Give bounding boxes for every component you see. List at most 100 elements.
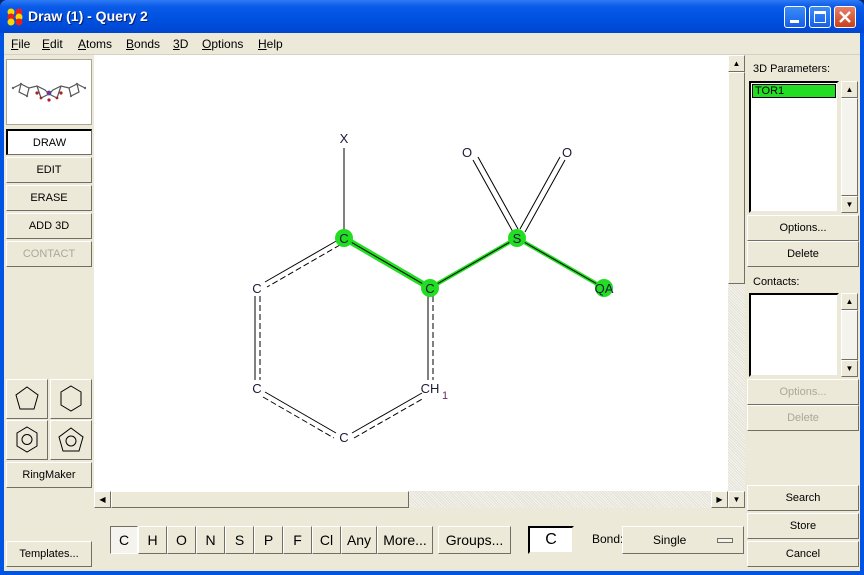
horizontal-scroll-thumb[interactable] [111,491,409,508]
app-window: Draw (1) - Query 2 File Edit Atoms Bonds… [0,0,864,575]
contacts-scroll-track[interactable] [841,310,858,360]
ring-cyclopentadienyl-button[interactable] [50,420,92,460]
bond-c1-c2[interactable] [343,237,431,289]
close-button[interactable] [834,6,856,28]
canvas-horizontal-scrollbar[interactable]: ◀ ▶ ▼ [94,491,745,508]
scroll-down-button-2[interactable]: ▼ [728,491,745,508]
ring-benzene-button[interactable] [6,420,48,460]
molecule-structure: X C C S O O QA C C C CH 1 [252,131,614,445]
params-options-button[interactable]: Options... [747,215,859,241]
molecule-thumbnail[interactable] [6,59,92,125]
atom-c1-label[interactable]: C [339,231,348,246]
bond-c3-c4[interactable] [254,296,261,380]
element-n-button[interactable]: N [196,526,225,554]
mode-erase-button[interactable]: ERASE [6,185,92,211]
menu-file[interactable]: File [11,37,30,51]
arrow-down-icon: ▼ [845,364,854,373]
bond-c2-s[interactable] [429,237,518,289]
scroll-up-button[interactable]: ▲ [728,55,745,72]
minimize-button[interactable] [784,6,806,28]
menu-options[interactable]: Options [202,37,243,51]
list-item-tor1[interactable]: TOR1 [752,84,836,98]
element-more-button[interactable]: More... [377,526,433,554]
bond-s-qa[interactable] [516,237,605,289]
contacts-delete-button[interactable]: Delete [747,405,859,431]
title-bar[interactable]: Draw (1) - Query 2 [0,0,864,33]
atom-x-label[interactable]: X [340,131,349,146]
menu-atoms[interactable]: Atoms [78,37,112,51]
element-p-button[interactable]: P [254,526,283,554]
bond-type-select[interactable]: Single [622,526,744,554]
atom-c2-label[interactable]: C [425,281,434,296]
element-toolbar: C H O N S P F Cl Any More... Groups... C… [94,508,745,571]
params-scroll-up[interactable]: ▲ [841,81,858,98]
current-element-field[interactable]: C [528,526,574,554]
contacts-options-button[interactable]: Options... [747,379,859,405]
pentagon-icon [15,386,39,410]
atom-c4-label[interactable]: C [252,381,261,396]
menu-3d[interactable]: 3D [173,37,188,51]
mode-edit-button[interactable]: EDIT [6,157,92,183]
canvas-vertical-scrollbar[interactable]: ▲ ▼ [728,55,745,508]
element-cl-button[interactable]: Cl [312,526,341,554]
app-logo-icon [7,8,23,26]
3d-parameters-label: 3D Parameters: [753,63,831,75]
element-h-button[interactable]: H [138,526,167,554]
close-icon [839,11,851,23]
atom-qa-label[interactable]: QA [595,281,614,296]
arrow-up-icon: ▲ [845,85,854,94]
right-panel: 3D Parameters: TOR1 ▲ ▼ Options... Delet… [745,55,860,571]
atom-c3-label[interactable]: C [252,281,261,296]
menu-edit[interactable]: Edit [42,37,63,51]
mode-contact-button[interactable]: CONTACT [6,241,92,267]
atom-ch1-label[interactable]: CH [421,381,440,396]
contacts-scroll-up[interactable]: ▲ [841,293,858,310]
atom-ch1-subscript: 1 [442,390,448,402]
element-any-button[interactable]: Any [341,526,377,554]
element-f-button[interactable]: F [283,526,312,554]
bond-s-o2[interactable] [519,156,566,233]
arrow-up-icon: ▲ [845,297,854,306]
menu-bonds[interactable]: Bonds [126,37,160,51]
atom-o2-label[interactable]: O [562,145,572,160]
menu-help[interactable]: Help [258,37,283,51]
contacts-scroll-down[interactable]: ▼ [841,360,858,377]
arrow-left-icon: ◀ [99,495,106,504]
params-delete-button[interactable]: Delete [747,241,859,267]
groups-button[interactable]: Groups... [438,526,511,554]
ring-pentagon-button[interactable] [6,379,48,419]
mode-draw-button[interactable]: DRAW [6,129,92,155]
menu-bar: File Edit Atoms Bonds 3D Options Help [4,33,860,55]
contacts-label: Contacts: [753,276,800,288]
arrow-right-icon: ▶ [716,495,723,504]
store-button[interactable]: Store [747,513,859,539]
maximize-button[interactable] [809,6,831,28]
element-s-button[interactable]: S [225,526,254,554]
bond-c1-c3[interactable] [264,239,341,288]
mode-add-3d-button[interactable]: ADD 3D [6,213,92,239]
element-o-button[interactable]: O [167,526,196,554]
element-c-button[interactable]: C [110,526,138,554]
menu-bonds-mnemonic: B [126,37,135,51]
ring-hexagon-button[interactable] [50,379,92,419]
bond-ch1-c2[interactable] [427,296,434,380]
atom-c5-label[interactable]: C [339,430,348,445]
atom-o1-label[interactable]: O [462,145,472,160]
atom-s-label[interactable]: S [513,231,522,246]
params-scroll-track[interactable] [841,98,858,196]
templates-button[interactable]: Templates... [6,541,92,567]
scroll-right-button[interactable]: ▶ [711,491,728,508]
bond-s-o1[interactable] [472,156,519,233]
3d-parameters-list[interactable]: TOR1 [749,81,839,213]
search-button[interactable]: Search [747,485,859,511]
vertical-scroll-thumb[interactable] [728,72,745,284]
drawing-canvas[interactable]: X C C S O O QA C C C CH 1 [94,55,728,491]
bond-c5-ch1[interactable] [351,392,425,439]
contacts-list[interactable] [749,293,839,377]
minimize-icon [790,20,799,23]
cancel-button[interactable]: Cancel [747,541,859,567]
ringmaker-button[interactable]: RingMaker [6,462,92,488]
bond-c4-c5[interactable] [262,391,337,439]
params-scroll-down[interactable]: ▼ [841,196,858,213]
scroll-left-button[interactable]: ◀ [94,491,111,508]
